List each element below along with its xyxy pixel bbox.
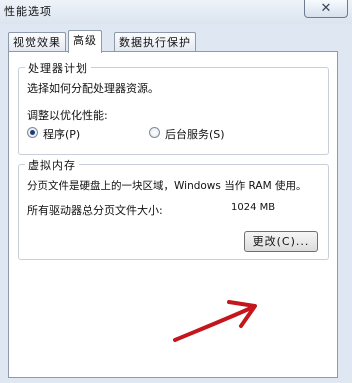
total-paging-file-label: 所有驱动器总分页文件大小: bbox=[27, 204, 163, 217]
background-services-radio[interactable] bbox=[149, 127, 160, 138]
close-button[interactable]: ✕ bbox=[304, 0, 348, 18]
programs-radio[interactable] bbox=[27, 127, 38, 138]
programs-radio-label: 程序(P) bbox=[43, 128, 81, 141]
total-paging-file-value: 1024 MB bbox=[231, 202, 276, 213]
processor-scheduling-title: 处理器计划 bbox=[25, 60, 91, 76]
virtual-memory-title: 虚拟内存 bbox=[25, 157, 79, 173]
background-services-radio-label: 后台服务(S) bbox=[165, 128, 225, 141]
change-virtual-memory-button[interactable]: 更改(C)... bbox=[244, 231, 318, 252]
virtual-memory-description: 分页文件是硬盘上的一块区域，Windows 当作 RAM 使用。 bbox=[27, 180, 307, 192]
close-icon: ✕ bbox=[320, 1, 332, 16]
tab-panel-advanced: 处理器计划 选择如何分配处理器资源。 调整以优化性能: 程序(P) 后台服务(S… bbox=[8, 51, 338, 378]
programs-radio-option[interactable]: 程序(P) bbox=[27, 126, 117, 141]
window-title: 性能选项 bbox=[4, 5, 52, 18]
background-services-radio-option[interactable]: 后台服务(S) bbox=[149, 126, 249, 141]
red-arrow-annotation-icon bbox=[173, 300, 257, 342]
title-bar: 性能选项 ✕ bbox=[0, 0, 352, 24]
tab-visual-effects[interactable]: 视觉效果 bbox=[8, 32, 66, 52]
tab-dep[interactable]: 数据执行保护 bbox=[114, 32, 196, 52]
processor-scheduling-group: 处理器计划 选择如何分配处理器资源。 调整以优化性能: 程序(P) 后台服务(S… bbox=[18, 60, 329, 155]
processor-scheduling-description: 选择如何分配处理器资源。 bbox=[27, 82, 159, 95]
tab-advanced[interactable]: 高级 bbox=[68, 30, 102, 53]
optimize-performance-label: 调整以优化性能: bbox=[27, 109, 108, 122]
